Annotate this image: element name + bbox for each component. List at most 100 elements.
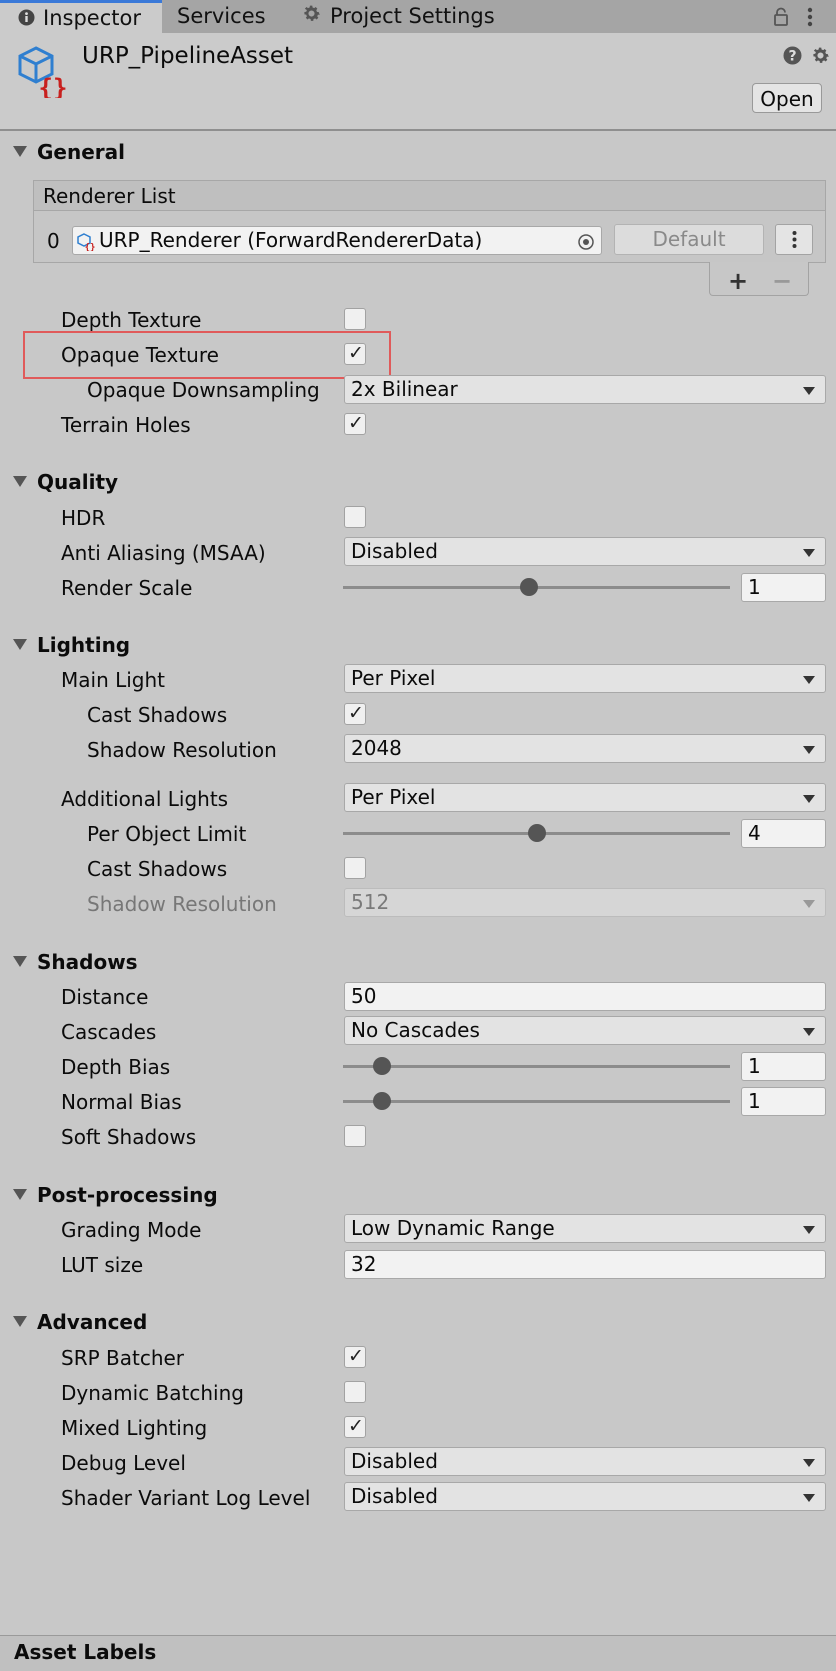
cascades-label: Cascades xyxy=(61,1020,157,1044)
tab-menu-icon[interactable] xyxy=(806,6,814,32)
highlight-box xyxy=(23,331,391,379)
debug-level-dropdown[interactable]: Disabled xyxy=(344,1447,826,1476)
shader-variant-log-level-label: Shader Variant Log Level xyxy=(61,1486,311,1510)
terrain-holes-checkbox[interactable]: ✓ xyxy=(344,412,366,435)
help-icon[interactable]: ? xyxy=(783,46,802,69)
render-scale-value: 1 xyxy=(748,575,761,599)
section-post-processing[interactable]: Post-processing xyxy=(0,1183,218,1207)
depth-bias-slider-track[interactable] xyxy=(343,1065,730,1068)
asset-labels-bar[interactable]: Asset Labels xyxy=(0,1635,836,1671)
plus-icon[interactable]: + xyxy=(728,267,748,295)
inspector-window: Inspector Services Project Settings {} U… xyxy=(0,0,836,1671)
normal-bias-input[interactable]: 1 xyxy=(741,1087,826,1116)
hdr-checkbox[interactable] xyxy=(344,506,366,528)
renderer-more-button[interactable] xyxy=(775,224,813,255)
dynamic-batching-label: Dynamic Batching xyxy=(61,1381,244,1405)
open-button[interactable]: Open xyxy=(752,83,822,113)
renderer-list-header[interactable]: Renderer List xyxy=(34,181,825,211)
section-shadows-title: Shadows xyxy=(37,950,138,974)
cascades-value: No Cascades xyxy=(351,1018,480,1042)
distance-label: Distance xyxy=(61,985,149,1009)
dropdown-arrow-icon xyxy=(803,1028,815,1036)
main-shadow-resolution-dropdown[interactable]: 2048 xyxy=(344,734,826,763)
lock-icon[interactable] xyxy=(773,7,789,30)
section-general-title: General xyxy=(37,140,125,164)
per-object-limit-input[interactable]: 4 xyxy=(741,819,826,848)
section-general[interactable]: General xyxy=(0,140,125,164)
dropdown-arrow-icon xyxy=(803,795,815,803)
normal-bias-slider-track[interactable] xyxy=(343,1100,730,1103)
cascades-dropdown[interactable]: No Cascades xyxy=(344,1016,826,1045)
shader-variant-log-level-value: Disabled xyxy=(351,1484,438,1508)
lut-size-input[interactable]: 32 xyxy=(344,1250,826,1279)
soft-shadows-label: Soft Shadows xyxy=(61,1125,197,1149)
soft-shadows-checkbox[interactable] xyxy=(344,1125,366,1147)
normal-bias-slider-knob[interactable] xyxy=(373,1092,391,1110)
pipeline-asset-icon: {} xyxy=(16,44,70,102)
main-light-label: Main Light xyxy=(61,668,166,692)
renderer-object-field[interactable]: {} URP_Renderer (ForwardRendererData) xyxy=(72,226,602,255)
render-scale-slider-knob[interactable] xyxy=(520,578,538,596)
depth-texture-checkbox[interactable] xyxy=(344,308,366,330)
dropdown-arrow-icon xyxy=(803,1494,815,1502)
render-scale-input[interactable]: 1 xyxy=(741,573,826,602)
main-light-dropdown[interactable]: Per Pixel xyxy=(344,664,826,693)
section-shadows[interactable]: Shadows xyxy=(0,950,138,974)
settings-gear-icon[interactable] xyxy=(810,45,831,70)
default-renderer-button[interactable]: Default xyxy=(614,224,764,255)
dropdown-arrow-icon xyxy=(803,746,815,754)
main-shadow-resolution-value: 2048 xyxy=(351,736,402,760)
dropdown-arrow-icon xyxy=(803,549,815,557)
main-cast-shadows-label: Cast Shadows xyxy=(87,703,228,727)
grading-mode-label: Grading Mode xyxy=(61,1218,202,1242)
section-advanced[interactable]: Advanced xyxy=(0,1310,147,1334)
srp-batcher-checkbox[interactable]: ✓ xyxy=(344,1345,366,1368)
svg-text:{}: {} xyxy=(39,74,68,98)
distance-input[interactable]: 50 xyxy=(344,982,826,1011)
per-object-limit-label: Per Object Limit xyxy=(87,822,247,846)
normal-bias-value: 1 xyxy=(748,1089,761,1113)
dynamic-batching-checkbox[interactable] xyxy=(344,1381,366,1403)
hdr-label: HDR xyxy=(61,506,106,530)
render-scale-label: Render Scale xyxy=(61,576,193,600)
foldout-arrow-icon xyxy=(13,476,27,487)
debug-level-value: Disabled xyxy=(351,1449,438,1473)
dropdown-arrow-icon xyxy=(803,676,815,684)
depth-texture-label: Depth Texture xyxy=(61,308,202,332)
section-lighting[interactable]: Lighting xyxy=(0,633,130,657)
anti-aliasing-dropdown[interactable]: Disabled xyxy=(344,537,826,566)
foldout-arrow-icon xyxy=(13,1189,27,1200)
depth-bias-input[interactable]: 1 xyxy=(741,1052,826,1081)
shader-variant-log-level-dropdown[interactable]: Disabled xyxy=(344,1482,826,1511)
depth-bias-slider-knob[interactable] xyxy=(373,1057,391,1075)
checkmark-icon: ✓ xyxy=(348,1345,364,1367)
anti-aliasing-label: Anti Aliasing (MSAA) xyxy=(61,541,266,565)
info-icon xyxy=(18,4,35,34)
depth-bias-label: Depth Bias xyxy=(61,1055,171,1079)
additional-lights-dropdown[interactable]: Per Pixel xyxy=(344,783,826,812)
depth-bias-value: 1 xyxy=(748,1054,761,1078)
main-cast-shadows-checkbox[interactable]: ✓ xyxy=(344,702,366,725)
minus-icon[interactable]: − xyxy=(772,267,792,295)
object-picker-icon[interactable] xyxy=(577,231,595,258)
checkmark-icon: ✓ xyxy=(348,412,364,434)
tab-project-settings[interactable]: Project Settings xyxy=(301,0,495,33)
normal-bias-label: Normal Bias xyxy=(61,1090,182,1114)
section-quality[interactable]: Quality xyxy=(0,470,118,494)
foldout-arrow-icon xyxy=(13,1316,27,1327)
additional-cast-shadows-checkbox[interactable] xyxy=(344,857,366,879)
tab-services[interactable]: Services xyxy=(177,0,266,33)
svg-text:?: ? xyxy=(788,49,796,65)
distance-value: 50 xyxy=(351,984,377,1008)
grading-mode-dropdown[interactable]: Low Dynamic Range xyxy=(344,1214,826,1243)
asset-title: URP_PipelineAsset xyxy=(82,43,294,69)
dropdown-arrow-icon xyxy=(803,387,815,395)
tab-inspector[interactable]: Inspector xyxy=(0,0,162,33)
renderer-index: 0 xyxy=(47,229,60,253)
mixed-lighting-checkbox[interactable]: ✓ xyxy=(344,1415,366,1438)
opaque-downsampling-dropdown[interactable]: 2x Bilinear xyxy=(344,375,826,404)
additional-lights-value: Per Pixel xyxy=(351,785,436,809)
per-object-limit-value: 4 xyxy=(748,821,761,845)
per-object-limit-slider-knob[interactable] xyxy=(528,824,546,842)
additional-cast-shadows-label: Cast Shadows xyxy=(87,857,228,881)
